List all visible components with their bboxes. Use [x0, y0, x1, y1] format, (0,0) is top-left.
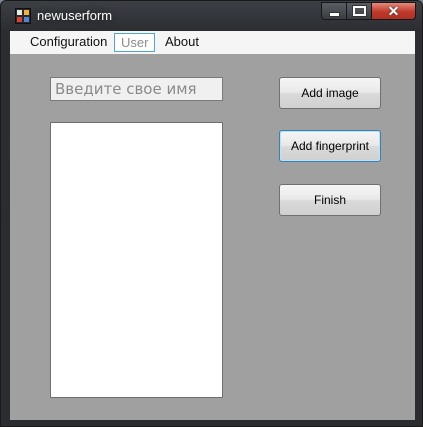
form-client-area: Add image Add fingerprint Finish [10, 54, 415, 420]
maximize-button[interactable] [347, 2, 372, 20]
maximize-icon [351, 5, 367, 17]
menu-item-configuration[interactable]: Configuration [24, 33, 113, 52]
name-input[interactable] [50, 77, 223, 101]
title-bar[interactable]: newuserform ✕ [1, 1, 422, 30]
add-image-button[interactable]: Add image [279, 77, 381, 109]
window-title: newuserform [37, 8, 113, 23]
caption-buttons: ✕ [321, 2, 416, 20]
add-fingerprint-button[interactable]: Add fingerprint [279, 130, 381, 162]
app-window: newuserform ✕ Configuration User About A… [0, 0, 423, 427]
minimize-button[interactable] [321, 2, 347, 20]
menu-bar: Configuration User About [10, 31, 415, 55]
finish-button[interactable]: Finish [279, 184, 381, 216]
close-button[interactable]: ✕ [372, 2, 416, 20]
image-preview-box [50, 122, 223, 398]
menu-item-user[interactable]: User [114, 33, 156, 52]
minimize-icon [328, 11, 340, 17]
close-icon: ✕ [387, 3, 400, 19]
app-icon [15, 8, 31, 24]
menu-item-about[interactable]: About [159, 33, 205, 52]
